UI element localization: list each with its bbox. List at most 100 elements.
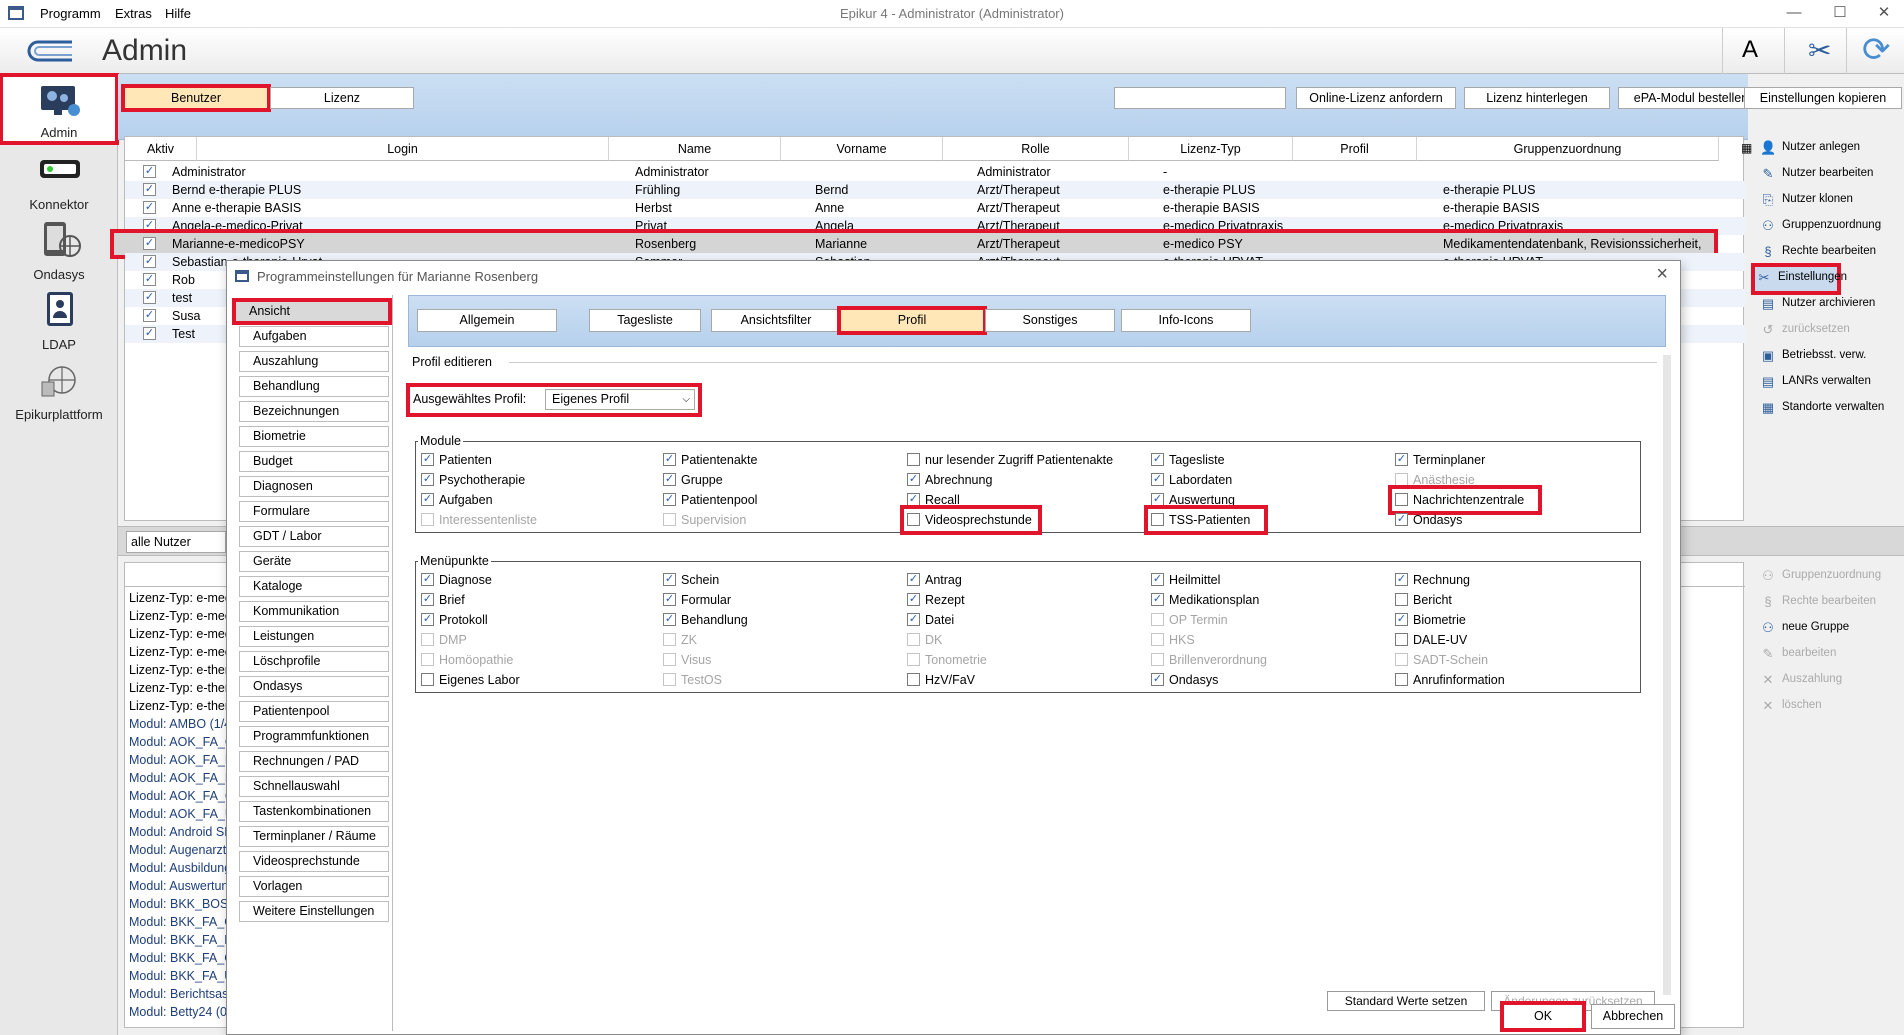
tools-icon[interactable]: ✂ — [1808, 34, 1831, 67]
category-item[interactable]: Patientenpool — [239, 701, 389, 722]
checkbox-box[interactable]: ✓ — [907, 473, 920, 486]
action-gruppenzuordnung[interactable]: ⚇ Gruppenzuordnung — [1758, 214, 1904, 238]
category-item[interactable]: Weitere Einstellungen — [239, 901, 389, 922]
col-login[interactable]: Login — [197, 137, 609, 161]
store-license-button[interactable]: Lizenz hinterlegen — [1464, 87, 1610, 109]
checkbox-box[interactable]: ✓ — [1151, 673, 1164, 686]
tab-lizenz[interactable]: Lizenz — [270, 87, 414, 109]
action-betriebsst-verw-[interactable]: ▣ Betriebsst. verw. — [1758, 344, 1904, 368]
ok-button[interactable]: OK — [1500, 1001, 1586, 1032]
category-item[interactable]: Formulare — [239, 501, 389, 522]
profile-select[interactable]: Eigenes Profil ⌵ — [545, 389, 695, 410]
order-epa-button[interactable]: ePA-Modul bestellen — [1618, 87, 1764, 109]
menu-hilfe[interactable]: Hilfe — [165, 6, 191, 21]
checkbox-box[interactable] — [663, 513, 676, 526]
action-einstellungen[interactable]: ✂ Einstellungen — [1751, 263, 1847, 295]
category-item[interactable]: Löschprofile — [239, 651, 389, 672]
action-nutzer-bearbeiten[interactable]: ✎ Nutzer bearbeiten — [1758, 162, 1904, 186]
category-item[interactable]: Budget — [239, 451, 389, 472]
category-item[interactable]: Ondasys — [239, 676, 389, 697]
checkbox-box[interactable]: ✓ — [421, 493, 434, 506]
action-löschen[interactable]: ✕ löschen — [1758, 694, 1904, 718]
menu-programm[interactable]: Programm — [40, 6, 101, 21]
col-vorname[interactable]: Vorname — [781, 137, 943, 161]
action-zurücksetzen[interactable]: ↺ zurücksetzen — [1758, 318, 1904, 342]
category-item[interactable]: Programmfunktionen — [239, 726, 389, 747]
checkbox-box[interactable] — [1395, 653, 1408, 666]
checkbox-box[interactable]: ✓ — [1395, 453, 1408, 466]
checkbox-box[interactable] — [907, 673, 920, 686]
action-neue-gruppe[interactable]: ⚇ neue Gruppe — [1758, 616, 1904, 640]
row-active-checkbox[interactable]: ✓ — [143, 165, 156, 178]
font-size-button[interactable]: A — [1742, 36, 1758, 64]
checkbox-nachrichtenzentrale[interactable]: Nachrichtenzentrale — [1388, 485, 1542, 515]
category-item[interactable]: Kommunikation — [239, 601, 389, 622]
col-profil[interactable]: Profil — [1293, 137, 1417, 161]
table-row[interactable]: ✓ Bernd e-therapie PLUS Frühling Bernd Arzt/… — [125, 181, 1745, 199]
tab-benutzer[interactable]: Benutzer — [121, 84, 271, 112]
tab-tagesliste[interactable]: Tagesliste — [589, 309, 701, 332]
row-active-checkbox[interactable]: ✓ — [143, 255, 156, 268]
close-icon[interactable]: ✕ — [1870, 2, 1898, 24]
nav-ldap[interactable]: LDAP — [2, 286, 116, 354]
checkbox-box[interactable] — [907, 453, 920, 466]
checkbox-box[interactable] — [1151, 653, 1164, 666]
checkbox-box[interactable]: ✓ — [907, 593, 920, 606]
row-active-checkbox[interactable]: ✓ — [143, 273, 156, 286]
checkbox-box[interactable] — [421, 673, 434, 686]
checkbox-box[interactable] — [421, 513, 434, 526]
checkbox-box[interactable]: ✓ — [663, 593, 676, 606]
checkbox-box[interactable] — [1395, 673, 1408, 686]
checkbox-box[interactable]: ✓ — [663, 613, 676, 626]
tab-allgemein[interactable]: Allgemein — [417, 309, 557, 332]
checkbox-box[interactable] — [1151, 613, 1164, 626]
tab-sonstiges[interactable]: Sonstiges — [985, 309, 1115, 332]
user-filter-select[interactable]: alle Nutzer — [126, 531, 226, 553]
cancel-button[interactable]: Abbrechen — [1591, 1004, 1675, 1029]
maximize-icon[interactable]: ☐ — [1826, 2, 1854, 24]
row-active-checkbox[interactable]: ✓ — [143, 309, 156, 322]
checkbox-box[interactable]: ✓ — [1395, 513, 1408, 526]
row-active-checkbox[interactable]: ✓ — [143, 237, 156, 250]
action-standorte-verwalten[interactable]: ▦ Standorte verwalten — [1758, 396, 1904, 420]
checkbox-box[interactable] — [1395, 473, 1408, 486]
checkbox-box[interactable]: ✓ — [1151, 593, 1164, 606]
row-active-checkbox[interactable]: ✓ — [143, 327, 156, 340]
col-lizenz-typ[interactable]: Lizenz-Typ — [1129, 137, 1293, 161]
action-nutzer-archivieren[interactable]: ▤ Nutzer archivieren — [1758, 292, 1904, 316]
checkbox-box[interactable]: ✓ — [663, 493, 676, 506]
defaults-button[interactable]: Standard Werte setzen — [1327, 991, 1485, 1011]
checkbox-box[interactable] — [1395, 593, 1408, 606]
tab-profil[interactable]: Profil — [837, 306, 987, 335]
checkbox-box[interactable]: ✓ — [421, 613, 434, 626]
category-item[interactable]: GDT / Labor — [239, 526, 389, 547]
category-item[interactable]: Biometrie — [239, 426, 389, 447]
row-active-checkbox[interactable]: ✓ — [143, 183, 156, 196]
dialog-close-icon[interactable]: × — [1656, 263, 1668, 286]
category-item[interactable]: Videosprechstunde — [239, 851, 389, 872]
nav-epikurplattform[interactable]: Epikurplattform — [2, 356, 116, 424]
table-row[interactable]: ✓ Administrator Administrator Administrator… — [125, 163, 1745, 181]
action-nutzer-klonen[interactable]: ⎘ Nutzer klonen — [1758, 188, 1904, 212]
checkbox-box[interactable] — [663, 633, 676, 646]
col-aktiv[interactable]: Aktiv — [125, 137, 197, 161]
action-bearbeiten[interactable]: ✎ bearbeiten — [1758, 642, 1904, 666]
category-item[interactable]: Geräte — [239, 551, 389, 572]
checkbox-box[interactable]: ✓ — [663, 573, 676, 586]
checkbox-box[interactable]: ✓ — [421, 593, 434, 606]
menu-extras[interactable]: Extras — [115, 6, 152, 21]
category-item[interactable]: Behandlung — [239, 376, 389, 397]
checkbox-box[interactable]: ✓ — [1151, 493, 1164, 506]
checkbox-box[interactable] — [663, 673, 676, 686]
category-item[interactable]: Tastenkombinationen — [239, 801, 389, 822]
category-item[interactable]: Ansicht — [232, 298, 392, 325]
checkbox-box[interactable]: ✓ — [1151, 473, 1164, 486]
col-rolle[interactable]: Rolle — [943, 137, 1129, 161]
checkbox-box[interactable] — [1395, 633, 1408, 646]
checkbox-box[interactable] — [907, 633, 920, 646]
checkbox-box[interactable]: ✓ — [421, 473, 434, 486]
checkbox-box[interactable] — [663, 653, 676, 666]
checkbox-box[interactable]: ✓ — [907, 573, 920, 586]
row-active-checkbox[interactable]: ✓ — [143, 291, 156, 304]
checkbox-box[interactable]: ✓ — [907, 493, 920, 506]
